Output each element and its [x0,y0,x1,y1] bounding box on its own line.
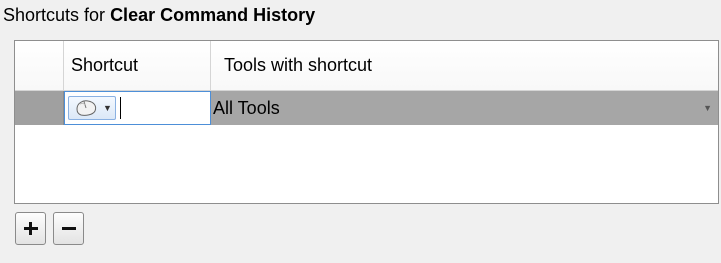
shortcut-input[interactable]: ▼ [64,91,211,125]
add-shortcut-button[interactable] [15,212,46,245]
header-corner [15,41,64,90]
mouse-icon [76,100,97,116]
tools-cell[interactable]: All Tools ▼ [211,91,718,125]
remove-shortcut-button[interactable] [53,212,84,245]
table-row[interactable]: ▼ All Tools ▼ [15,91,718,125]
chevron-down-icon[interactable]: ▼ [703,91,712,125]
column-header-tools[interactable]: Tools with shortcut [211,41,718,90]
column-header-shortcut[interactable]: Shortcut [64,41,211,90]
chevron-down-icon: ▼ [103,103,112,113]
command-name: Clear Command History [110,5,316,25]
tools-value: All Tools [213,98,280,118]
title-prefix: Shortcuts for [3,5,106,25]
text-cursor [120,97,121,119]
table-header: Shortcut Tools with shortcut [15,41,718,91]
shortcuts-table: Shortcut Tools with shortcut ▼ All Tools… [14,40,719,204]
row-header[interactable] [15,91,64,125]
input-kind-dropdown[interactable]: ▼ [68,96,116,120]
section-title: Shortcuts for Clear Command History [3,4,315,26]
